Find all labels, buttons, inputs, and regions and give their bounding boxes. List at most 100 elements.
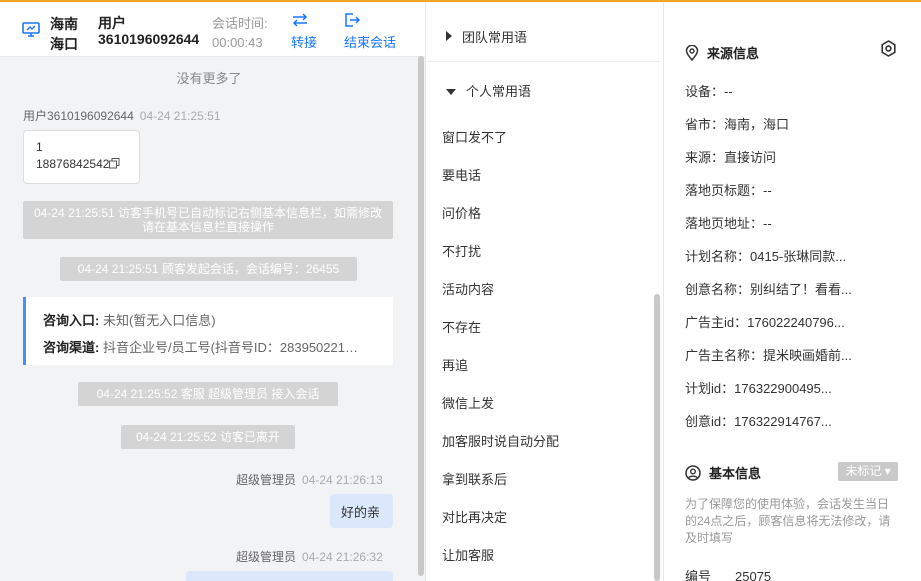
chat-scrollbar[interactable] [418, 56, 424, 581]
copy-icon[interactable] [109, 158, 120, 169]
phrases-panel: 团队常用语 个人常用语 窗口发不了 要电话 问价格 不打扰 活动内容 不存在 再… [425, 0, 664, 581]
personal-phrases-label: 个人常用语 [466, 84, 532, 99]
visitor-name: 用户3610196092644 [23, 109, 134, 123]
caret-right-icon [446, 31, 452, 41]
gear-icon[interactable] [880, 40, 897, 57]
phrase-scrollbar-thumb[interactable] [654, 294, 660, 581]
field-value: -- [763, 183, 772, 198]
phrase-item[interactable]: 问价格 [442, 203, 481, 222]
source-info-title: 来源信息 [685, 43, 759, 62]
creative-id-row: 创意id：176322914767... [685, 411, 915, 430]
consult-entry-value: 未知(暂无入口信息) [102, 313, 216, 328]
phrase-item[interactable]: 窗口发不了 [442, 127, 507, 146]
caret-down-icon: ▾ [881, 464, 891, 478]
session-time-value: 00:00:43 [212, 35, 263, 50]
end-session-label: 结束会话 [344, 35, 397, 50]
phrase-item[interactable]: 再追 [442, 355, 468, 374]
visitor-message-bubble: 1 18876842542 [23, 130, 140, 184]
transfer-button[interactable]: 转接 [291, 12, 317, 51]
chat-panel: 海南海口 用户3610196092644 会话时间: 00:00:43 转接 结… [0, 0, 425, 581]
source-origin-row: 来源：直接访问 [685, 147, 915, 166]
consult-entry-label: 咨询入口: [43, 313, 100, 328]
phrase-item[interactable]: 加客服时说自动分配 [442, 431, 559, 450]
agent-name: 超级管理员 [236, 473, 297, 487]
phrase-list: 窗口发不了 要电话 问价格 不打扰 活动内容 不存在 再追 微信上发 加客服时说… [426, 98, 651, 581]
system-message: 04-24 21:25:51 访客手机号已自动标记右侧基本信息栏，如需修改请在基… [23, 201, 393, 239]
source-region-row: 省市：海南，海口 [685, 114, 915, 133]
customer-number-row: 编号 25075 [685, 566, 771, 581]
agent-message-meta: 超级管理员 04-24 21:26:32 [236, 548, 383, 565]
field-label: 计划id： [685, 381, 735, 396]
agent-message-time: 04-24 21:26:13 [302, 473, 383, 487]
edit-notice: 为了保障您的使用体验，会话发生当日的24点之后，顾客信息将无法修改，请及时填写 [685, 497, 891, 545]
field-label: 广告主名称： [685, 348, 764, 363]
field-label: 编号 [685, 569, 712, 581]
visitor-location: 海南海口 [50, 16, 78, 52]
consult-info-card: 咨询入口: 未知(暂无入口信息) 咨询渠道: 抖音企业号/员工号(抖音号ID：2… [23, 297, 393, 365]
top-accent-bar [0, 0, 921, 2]
system-message: 04-24 21:25:52 客服 超级管理员 接入会话 [78, 382, 338, 406]
location-pin-icon [685, 44, 699, 62]
field-value: 海南，海口 [724, 117, 790, 132]
plan-id-row: 计划id：176322900495... [685, 378, 915, 397]
field-value: 直接访问 [724, 150, 777, 165]
phrase-item[interactable]: 活动内容 [442, 279, 494, 298]
visitor-phone-number: 18876842542 [36, 157, 110, 171]
basic-info-title: 基本信息 [685, 463, 761, 482]
field-value: 176322914767... [734, 414, 832, 429]
field-label: 创意id： [685, 414, 735, 429]
field-label: 省市： [685, 117, 725, 132]
monitor-icon [22, 22, 40, 37]
phrase-item[interactable]: 拿到联系后 [442, 469, 507, 488]
field-label: 来源： [685, 150, 725, 165]
user-circle-icon [685, 465, 701, 481]
phrase-item[interactable]: 要电话 [442, 165, 481, 184]
visitor-username: 用户3610196092644 [98, 15, 200, 47]
field-label: 广告主id： [685, 315, 748, 330]
phrase-item[interactable]: 让加客服 [442, 545, 494, 564]
system-message: 04-24 21:25:52 访客已离开 [121, 425, 295, 449]
basic-info-title-text: 基本信息 [709, 466, 762, 481]
landing-url-row: 落地页地址：-- [685, 213, 915, 232]
visitor-message-line: 1 [36, 140, 43, 154]
phrase-item[interactable]: 微信上发 [442, 393, 494, 412]
field-label: 计划名称： [685, 249, 751, 264]
field-value: 别纠结了！看看... [750, 282, 852, 297]
field-value: -- [763, 216, 772, 231]
team-phrases-label: 团队常用语 [462, 30, 528, 45]
team-phrases-group[interactable]: 团队常用语 [446, 27, 527, 46]
advertiser-id-row: 广告主id：176022240796... [685, 312, 915, 331]
transfer-label: 转接 [291, 35, 318, 50]
mark-status-dropdown[interactable]: 未标记 ▾ [838, 462, 898, 481]
agent-reply-bubble: 好的亲 [330, 494, 393, 528]
field-value: 176022240796... [747, 315, 845, 330]
field-label: 创意名称： [685, 282, 751, 297]
system-message: 04-24 21:25:51 顾客发起会话，会话编号：26455 [60, 257, 357, 281]
transfer-icon [292, 13, 308, 27]
source-device-row: 设备：-- [685, 81, 915, 100]
phrase-item[interactable]: 不存在 [442, 317, 481, 336]
field-value: -- [724, 84, 733, 99]
agent-reply-bubble [186, 571, 393, 581]
field-value: 0415-张琳同款... [750, 249, 847, 264]
no-more-history: 没有更多了 [176, 71, 242, 86]
field-value: 176322900495... [734, 381, 832, 396]
consult-channel-label: 咨询渠道: [43, 340, 100, 355]
consult-channel-value: 抖音企业号/员工号(抖音号ID：283950221… [102, 340, 358, 355]
divider [426, 61, 660, 62]
chat-scrollbar-thumb[interactable] [418, 56, 424, 576]
source-info-title-text: 来源信息 [707, 46, 760, 61]
visitor-message-time: 04-24 21:25:51 [139, 109, 221, 123]
visitor-message-meta: 用户3610196092644 04-24 21:25:51 [23, 107, 221, 124]
session-time-label: 会话时间: [212, 16, 268, 31]
end-session-button[interactable]: 结束会话 [344, 12, 396, 51]
phrase-item[interactable]: 对比再决定 [442, 507, 507, 526]
chat-header: 海南海口 用户3610196092644 会话时间: 00:00:43 转接 结… [0, 0, 425, 57]
caret-down-icon [446, 89, 456, 95]
field-label: 落地页标题： [685, 183, 764, 198]
field-label: 设备： [685, 84, 725, 99]
creative-name-row: 创意名称：别纠结了！看看... [685, 279, 915, 298]
phrase-item[interactable]: 不打扰 [442, 241, 481, 260]
landing-title-row: 落地页标题：-- [685, 180, 915, 199]
field-value: 25075 [735, 569, 772, 581]
